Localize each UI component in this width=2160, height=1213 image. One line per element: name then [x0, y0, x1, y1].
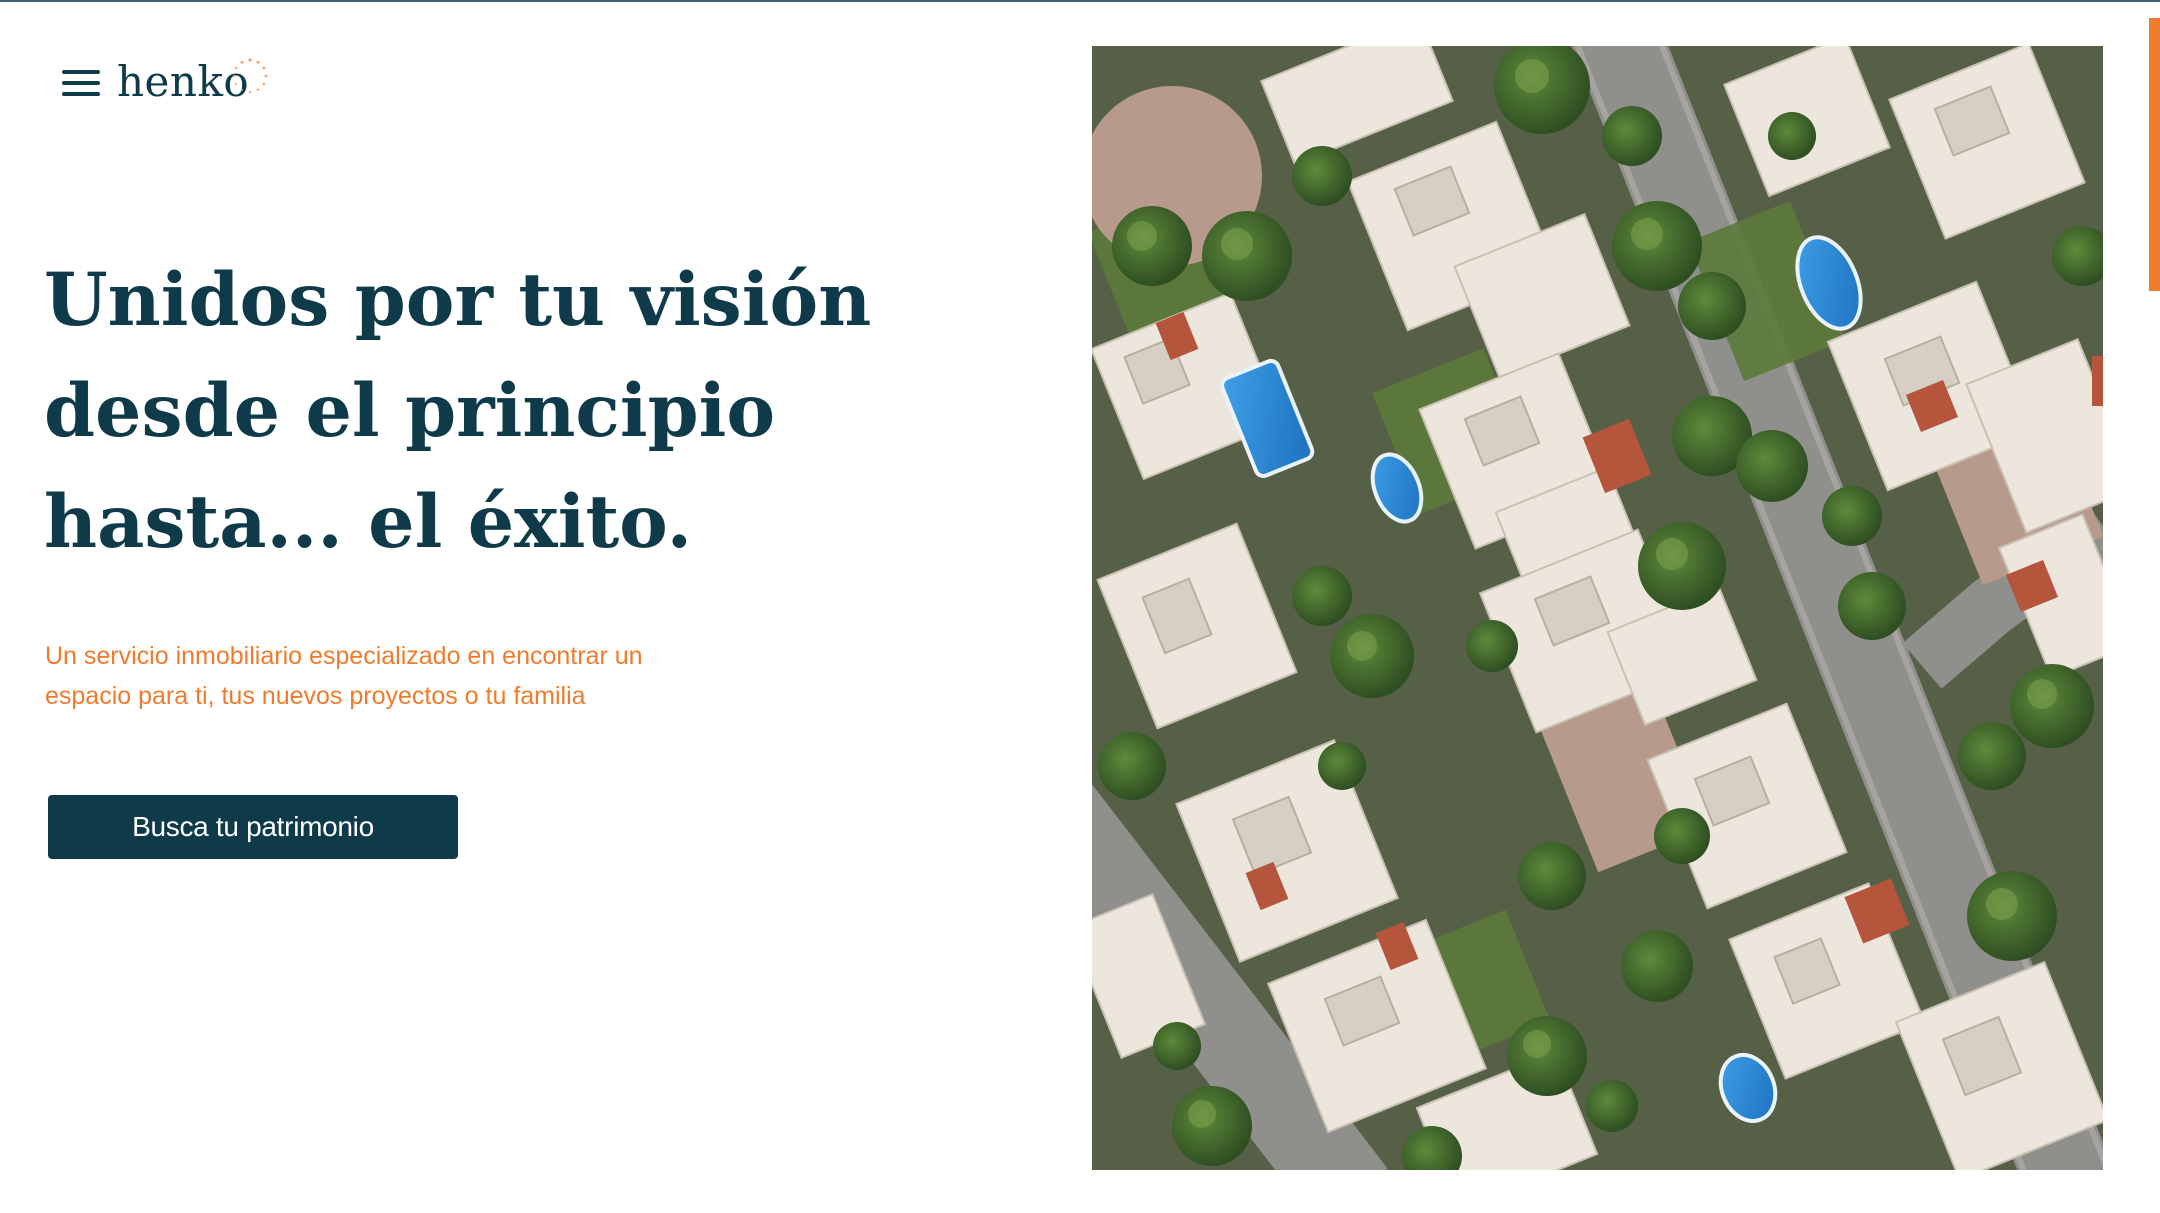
henko-logo[interactable]: henko: [117, 54, 268, 110]
hero-subtitle: Un servicio inmobiliario especializado e…: [45, 636, 805, 716]
menu-bar: [62, 70, 100, 74]
menu-bar: [62, 92, 100, 96]
hero-subtitle-line: Un servicio inmobiliario especializado e…: [45, 642, 643, 670]
hero-title-line: desde el principio: [44, 368, 776, 454]
landing-page: henko Unidos por tu visión desde el prin…: [0, 0, 2160, 1213]
hamburger-menu-icon[interactable]: [60, 66, 102, 100]
hero-title-line: Unidos por tu visión: [44, 257, 872, 343]
hero-title: Unidos por tu visión desde el principio …: [44, 245, 1044, 578]
top-border: [0, 0, 2160, 2]
search-property-button[interactable]: Busca tu patrimonio: [48, 795, 458, 859]
aerial-neighborhood-illustration: [1092, 46, 2103, 1170]
dotted-circle-icon: [232, 58, 268, 94]
hero-subtitle-line: espacio para ti, tus nuevos proyectos o …: [45, 682, 586, 710]
aerial-neighborhood-image: [1092, 46, 2103, 1170]
hero-title-line: hasta... el éxito.: [44, 479, 692, 565]
scrollbar-thumb[interactable]: [2149, 18, 2160, 291]
menu-bar: [62, 81, 100, 85]
